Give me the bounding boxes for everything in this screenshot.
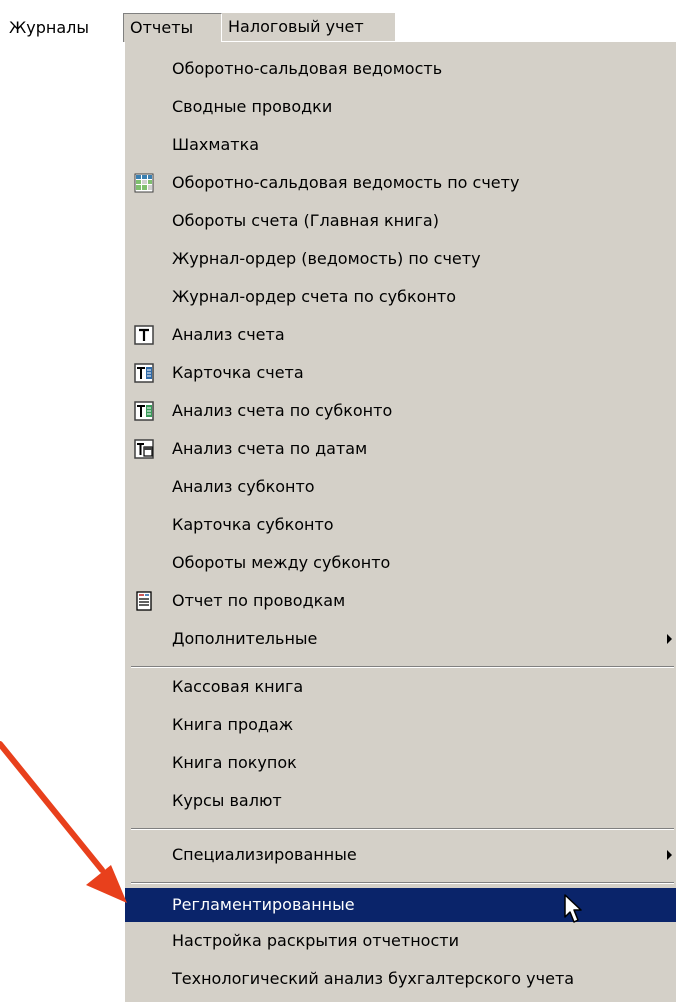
menu-item-sales-book[interactable]: Книга продаж (125, 708, 676, 742)
menu-item-technological-analysis[interactable]: Технологический анализ бухгалтерского уч… (125, 962, 676, 996)
menu-item-label: Оборотно-сальдовая ведомость по счету (172, 173, 520, 192)
menu-item-label: Анализ счета (172, 325, 285, 344)
menu-item-chess-table[interactable]: Шахматка (125, 128, 676, 162)
menu-separator (131, 882, 674, 884)
menu-item-label: Оборотно-сальдовая ведомость (172, 59, 443, 78)
subconto-analysis-icon (134, 401, 154, 421)
menu-item-label: Журнал-ордер (ведомость) по счету (172, 249, 481, 268)
menu-item-label: Анализ счета по датам (172, 439, 368, 458)
menu-item-label: Книга продаж (172, 715, 294, 734)
menu-item-subconto-card[interactable]: Карточка субконто (125, 508, 676, 542)
menu-item-label: Карточка счета (172, 363, 304, 382)
menu-item-journal-order-by-subconto[interactable]: Журнал-ордер счета по субконто (125, 280, 676, 314)
menu-item-journal-order-by-account[interactable]: Журнал-ордер (ведомость) по счету (125, 242, 676, 276)
menu-item-label: Шахматка (172, 135, 260, 154)
menu-item-label: Анализ субконто (172, 477, 315, 496)
menu-item-cash-book[interactable]: Кассовая книга (125, 670, 676, 704)
menu-bar: Журналы Отчеты Налоговый учет (0, 0, 395, 43)
menu-item-label: Специализированные (172, 845, 357, 864)
menu-item-label: Обороты между субконто (172, 553, 391, 572)
menu-item-purchase-book[interactable]: Книга покупок (125, 746, 676, 780)
submenu-arrow-icon (667, 850, 672, 860)
menu-item-turnover-balance-sheet[interactable]: Оборотно-сальдовая ведомость (125, 52, 676, 86)
menu-item-analysis-by-subconto[interactable]: Анализ счета по субконто (125, 394, 676, 428)
menu-item-regulated[interactable]: Регламентированные (125, 888, 676, 922)
menu-item-account-card[interactable]: Карточка счета (125, 356, 676, 390)
menu-item-label: Технологический анализ бухгалтерского уч… (172, 969, 575, 988)
menu-item-disclosure-settings[interactable]: Настройка раскрытия отчетности (125, 924, 676, 958)
menu-item-label: Кассовая книга (172, 677, 304, 696)
menu-item-exchange-rates[interactable]: Курсы валют (125, 784, 676, 818)
menu-item-subconto-analysis[interactable]: Анализ субконто (125, 470, 676, 504)
mouse-cursor-icon (563, 893, 587, 927)
menu-item-specialized[interactable]: Специализированные (125, 838, 676, 872)
menu-item-label: Отчет по проводкам (172, 591, 346, 610)
menu-tax-accounting[interactable]: Налоговый учет (222, 13, 395, 41)
menu-item-summary-entries[interactable]: Сводные проводки (125, 90, 676, 124)
reports-dropdown-menu: Оборотно-сальдовая ведомость Сводные про… (123, 42, 676, 1002)
menu-reports[interactable]: Отчеты (123, 13, 222, 43)
account-card-icon (134, 363, 154, 383)
menu-item-balance-by-account[interactable]: Оборотно-сальдовая ведомость по счету (125, 166, 676, 200)
menu-item-label: Курсы валют (172, 791, 282, 810)
menu-item-label: Карточка субконто (172, 515, 334, 534)
menu-item-label: Настройка раскрытия отчетности (172, 931, 459, 950)
menu-item-label: Обороты счета (Главная книга) (172, 211, 439, 230)
menu-item-entries-report[interactable]: Отчет по проводкам (125, 584, 676, 618)
menu-item-analysis-by-dates[interactable]: Анализ счета по датам (125, 432, 676, 466)
entries-report-icon (134, 591, 154, 611)
menu-item-label: Дополнительные (172, 629, 318, 648)
account-analysis-icon (134, 325, 154, 345)
date-analysis-icon (134, 439, 154, 459)
menu-item-account-analysis[interactable]: Анализ счета (125, 318, 676, 352)
menu-item-label: Журнал-ордер счета по субконто (172, 287, 457, 306)
menu-item-label: Сводные проводки (172, 97, 333, 116)
menu-item-label: Книга покупок (172, 753, 297, 772)
menu-separator (131, 828, 674, 830)
menu-item-additional[interactable]: Дополнительные (125, 622, 676, 656)
menu-item-label: Регламентированные (172, 895, 355, 914)
menu-item-general-ledger[interactable]: Обороты счета (Главная книга) (125, 204, 676, 238)
balance-sheet-icon (134, 173, 154, 193)
menu-separator (131, 666, 674, 668)
menu-journals[interactable]: Журналы (3, 14, 95, 42)
menu-item-label: Анализ счета по субконто (172, 401, 393, 420)
submenu-arrow-icon (667, 634, 672, 644)
menu-item-turnover-between-subconto[interactable]: Обороты между субконто (125, 546, 676, 580)
